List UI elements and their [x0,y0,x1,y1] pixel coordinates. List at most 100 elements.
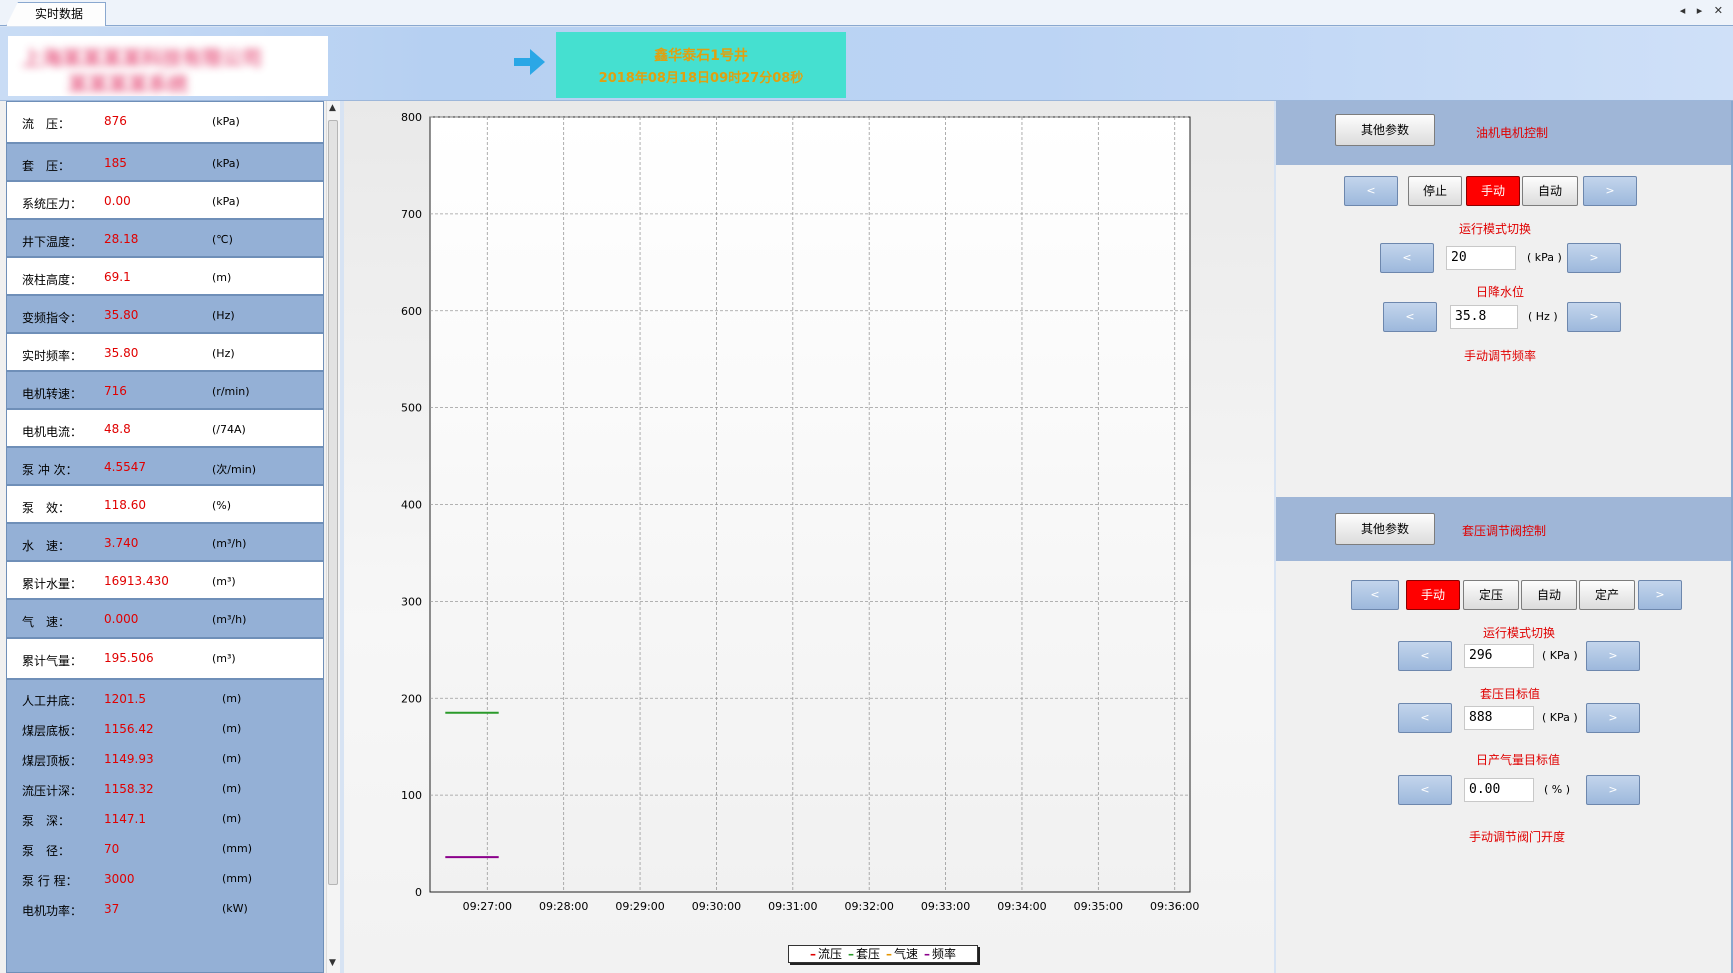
legend-item: – 流压 [810,947,842,961]
value-unit: (kPa) [212,115,240,128]
value-reading: 3.740 [104,536,139,550]
value-row: 电机电流： 48.8 (/74A) [6,409,324,447]
left-scrollbar-thumb[interactable] [328,120,338,885]
y-tick-label: 500 [401,402,422,415]
value-label: 泵 效： [22,501,71,515]
well-param-unit: (m) [222,782,242,795]
y-tick-label: 200 [401,692,422,705]
y-tick-label: 0 [415,886,422,899]
value-unit: (次/min) [212,463,257,476]
well-param-value: 1156.42 [104,722,154,736]
value-reading: 35.80 [104,346,139,360]
valve-mode-button[interactable]: 自动 [1521,580,1577,610]
casing-pressure-decrease-button[interactable]: < [1398,641,1452,671]
value-label: 累计水量： [22,577,83,591]
value-reading: 716 [104,384,127,398]
value-unit: (Hz) [212,309,235,322]
legend-swatch: – [886,947,892,961]
motor-mode-button[interactable]: 手动 [1466,176,1520,206]
gas-target-decrease-button[interactable]: < [1398,703,1452,733]
well-param-value: 1158.32 [104,782,154,796]
motor-mode-button[interactable]: 停止 [1408,176,1462,206]
frequency-decrease-button[interactable]: < [1383,302,1437,332]
motor-mode-caption: 运行模式切换 [1459,222,1532,236]
value-row: 井下温度： 28.18 (℃) [6,219,324,257]
motor-mode-button[interactable]: < [1344,176,1398,206]
value-reading: 0.000 [104,612,139,626]
value-label: 系统压力： [22,197,83,211]
well-param-unit: (m) [222,692,242,705]
valve-mode-button[interactable]: 手动 [1406,580,1460,610]
well-param-unit: (m) [222,752,242,765]
water-level-input[interactable]: 20 [1446,246,1516,270]
x-tick-label: 09:35:00 [1074,900,1123,913]
legend-label: 气速 [894,947,919,961]
valve-opening-increase-button[interactable]: > [1586,775,1640,805]
casing-pressure-input[interactable]: 296 [1464,644,1534,668]
scroll-up-icon[interactable]: ▲ [329,103,336,113]
chart-legend: – 流压 – 套压 – 气速 – 频率 [788,945,978,963]
value-unit: (r/min) [212,385,250,398]
value-reading: 118.60 [104,498,146,512]
trend-chart: 0 100 200 300 400 500 600 700 800 09:27:00 09:28:0… [401,111,1199,913]
tab-controls[interactable]: ◂ ▸ ✕ [1680,4,1727,22]
water-level-increase-button[interactable]: > [1567,243,1621,273]
valve-mode-caption: 运行模式切换 [1483,626,1556,640]
value-unit: (m³/h) [212,537,247,550]
value-reading: 876 [104,114,127,128]
y-tick-label: 100 [401,789,422,802]
valve-control-title: 套压调节阀控制 [1462,524,1547,538]
valve-mode-button[interactable]: 定产 [1579,580,1635,610]
gas-target-input[interactable]: 888 [1464,706,1534,730]
well-param-label: 电机功率： [22,904,83,918]
motor-mode-button[interactable]: 自动 [1522,176,1578,206]
value-row: 泵 冲 次： 4.5547 (次/min) [6,447,324,485]
timestamp: 2018年08月18日09时27分08秒 [598,71,804,86]
well-parameters-block: 人工井底： 1201.5 (m) 煤层底板： 1156.42 (m) 煤层顶板： 1149.9… [6,679,324,973]
tab-realtime-data[interactable]: 实时数据 [6,2,106,26]
well-param-value: 1149.93 [104,752,154,766]
value-unit: (kPa) [212,195,240,208]
y-tick-label: 400 [401,499,422,512]
value-label: 电机电流： [22,425,83,439]
x-tick-label: 09:31:00 [768,900,817,913]
well-param-value: 1201.5 [104,692,146,706]
valve-mode-button[interactable]: > [1638,580,1682,610]
x-tick-label: 09:34:00 [997,900,1046,913]
value-unit: (kPa) [212,157,240,170]
value-unit: (m³) [212,575,236,588]
x-tick-label: 09:36:00 [1150,900,1199,913]
valve-mode-button[interactable]: 定压 [1463,580,1519,610]
other-params-button-2[interactable]: 其他参数 [1335,513,1435,545]
value-label: 流 压： [22,117,71,131]
other-params-button[interactable]: 其他参数 [1335,114,1435,146]
legend-swatch: – [847,947,854,961]
value-unit: (℃) [212,233,233,246]
well-param-label: 流压计深： [22,784,83,798]
value-label: 井下温度： [22,235,83,249]
valve-mode-button[interactable]: < [1351,580,1399,610]
gas-target-unit: ( KPa ) [1542,711,1578,724]
valve-opening-decrease-button[interactable]: < [1398,775,1452,805]
gas-target-caption: 日产气量目标值 [1476,753,1561,767]
x-tick-label: 09:32:00 [844,900,893,913]
value-label: 变频指令： [22,311,83,325]
scroll-down-icon[interactable]: ▼ [329,958,336,968]
gas-target-increase-button[interactable]: > [1586,703,1640,733]
frequency-input[interactable]: 35.8 [1450,305,1518,329]
motor-mode-button[interactable]: > [1583,176,1637,206]
well-param-unit: (m) [222,722,242,735]
water-level-decrease-button[interactable]: < [1380,243,1434,273]
y-tick-label: 800 [401,111,422,124]
casing-pressure-unit: ( KPa ) [1542,649,1578,662]
frequency-increase-button[interactable]: > [1567,302,1621,332]
well-param-value: 1147.1 [104,812,146,826]
legend-swatch: – [924,947,931,961]
well-param-unit: (mm) [222,872,253,885]
arrow-right-icon [514,49,545,75]
valve-opening-input[interactable]: 0.00 [1464,778,1534,802]
value-unit: (m) [212,271,232,284]
value-unit: (m³/h) [212,613,247,626]
valve-opening-caption: 手动调节阀门开度 [1469,830,1566,844]
casing-pressure-increase-button[interactable]: > [1586,641,1640,671]
